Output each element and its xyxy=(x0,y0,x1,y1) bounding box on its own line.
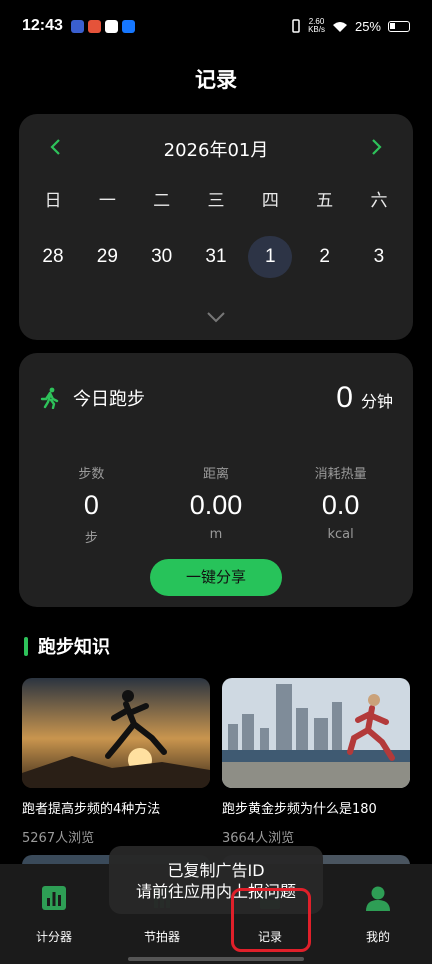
chevron-right-icon xyxy=(372,138,382,155)
calendar-day[interactable]: 31 xyxy=(194,236,238,278)
weekday-label: 六 xyxy=(370,191,388,211)
prev-month-button[interactable] xyxy=(45,138,65,161)
play-notification-icon xyxy=(70,19,84,33)
calendar-day-selected[interactable]: 1 xyxy=(248,236,293,278)
home-indicator xyxy=(128,957,304,961)
chevron-left-icon xyxy=(50,138,60,155)
notification-icons xyxy=(70,19,135,33)
alipay-notification-icon xyxy=(121,19,135,33)
run-minutes-unit: 分钟 xyxy=(360,392,393,411)
stat-unit: 步 xyxy=(84,531,98,546)
weekday-label: 日 xyxy=(44,191,62,211)
weekday-label: 四 xyxy=(261,191,279,211)
article-title: 跑步黄金步频为什么是180 xyxy=(222,802,377,817)
calendar-day[interactable]: 29 xyxy=(85,236,129,278)
link-notification-icon xyxy=(104,19,118,33)
profile-icon xyxy=(366,886,390,911)
stat-unit: m xyxy=(209,527,223,542)
weekday-label: 三 xyxy=(207,191,225,211)
weekday-row: 日 一 二 三 四 五 六 xyxy=(31,186,401,211)
run-card-title: 今日跑步 xyxy=(73,389,145,410)
running-person-icon xyxy=(40,387,59,409)
calendar-day[interactable]: 28 xyxy=(31,236,75,278)
stat-label: 消耗热量 xyxy=(314,467,367,482)
weekday-label: 五 xyxy=(316,191,334,211)
calendar-day[interactable]: 2 xyxy=(303,236,347,278)
stat-steps: 步数 0 步 xyxy=(36,463,146,546)
section-title-text: 跑步知识 xyxy=(38,637,110,658)
stat-value: 0.0 xyxy=(321,490,360,520)
article-title: 跑者提高步频的4种方法 xyxy=(22,802,161,817)
weekday-label: 一 xyxy=(98,191,116,211)
tab-scorer[interactable]: 计分器 xyxy=(14,884,94,945)
section-title: 跑步知识 xyxy=(24,633,110,659)
run-minutes-value: 0 xyxy=(336,381,353,414)
calendar-month: 2026年01月 xyxy=(163,140,269,161)
stat-unit: kcal xyxy=(327,527,354,542)
article-thumbnail xyxy=(22,678,210,788)
calendar-card: 2026年01月 日 一 二 三 四 五 六 28 29 30 31 1 2 3 xyxy=(19,114,413,340)
calendar-day[interactable]: 30 xyxy=(140,236,184,278)
app-notification-icon xyxy=(87,19,101,33)
stat-calories: 消耗热量 0.0 kcal xyxy=(286,463,396,546)
toast-line-1: 已复制广告ID xyxy=(167,861,265,880)
battery-icon xyxy=(388,20,410,32)
page-title: 记录 xyxy=(195,68,237,92)
stat-label: 步数 xyxy=(78,467,105,482)
day-row: 28 29 30 31 1 2 3 xyxy=(31,236,401,278)
wifi-icon xyxy=(332,21,347,32)
tab-label: 我的 xyxy=(365,930,390,944)
network-speed: 2.60 KB/s xyxy=(308,18,325,34)
battery-percent: 25% xyxy=(354,18,381,34)
expand-calendar-icon[interactable] xyxy=(205,310,227,324)
next-month-button[interactable] xyxy=(367,138,387,161)
vibrate-icon xyxy=(292,19,300,33)
article-views: 5267人浏览 xyxy=(22,831,95,846)
bar-chart-icon xyxy=(42,886,66,910)
net-speed-unit: KB/s xyxy=(308,25,325,34)
article-views: 3664人浏览 xyxy=(222,831,295,846)
section-accent-bar xyxy=(24,636,28,656)
article-card[interactable]: 跑者提高步频的4种方法 5267人浏览 xyxy=(22,678,210,846)
calendar-header: 2026年01月 xyxy=(19,134,413,164)
run-stats: 步数 0 步 距离 0.00 m 消耗热量 0.0 kcal xyxy=(19,463,413,546)
stat-label: 距离 xyxy=(202,467,229,482)
stat-distance: 距离 0.00 m xyxy=(161,463,271,546)
tab-profile[interactable]: 我的 xyxy=(338,884,418,945)
weekday-label: 二 xyxy=(153,191,171,211)
stat-value: 0 xyxy=(83,490,99,520)
tab-label: 计分器 xyxy=(35,930,72,944)
calendar-day[interactable]: 3 xyxy=(357,236,401,278)
article-card[interactable]: 跑步黄金步频为什么是180 3664人浏览 xyxy=(222,678,410,846)
today-run-card: 今日跑步 0 分钟 步数 0 步 距离 0.00 m 消耗热量 0.0 kcal… xyxy=(19,353,413,607)
share-button[interactable]: 一键分享 xyxy=(150,559,282,596)
tab-label: 节拍器 xyxy=(143,930,180,944)
highlight-annotation xyxy=(231,888,311,952)
stat-value: 0.00 xyxy=(189,490,243,520)
status-time: 12:43 xyxy=(22,17,63,34)
article-thumbnail xyxy=(222,678,410,788)
status-bar: 12:43 2.60 KB/s 25% xyxy=(0,0,432,52)
